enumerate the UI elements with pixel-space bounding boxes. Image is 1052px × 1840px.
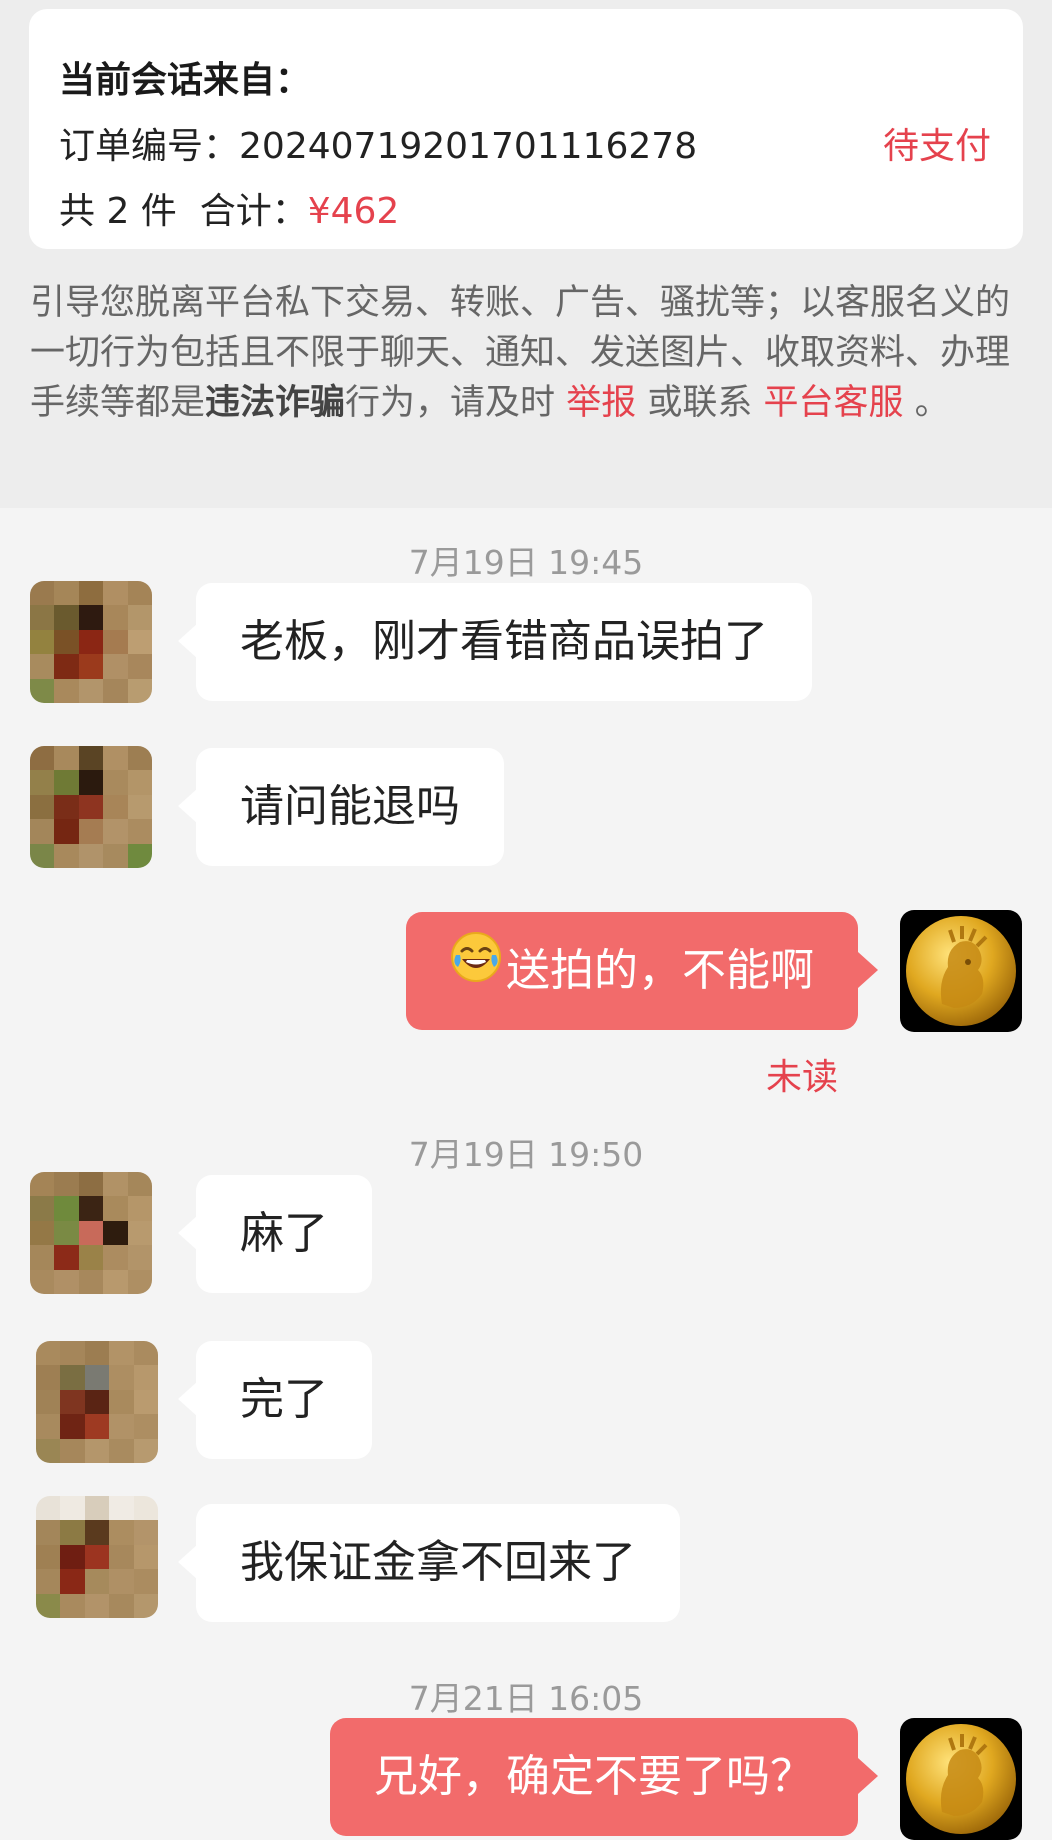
order-number-row: 订单编号：20240719201701116278 xyxy=(59,117,697,169)
message-timestamp: 7月21日 16:05 xyxy=(408,1679,644,1718)
fraud-warning-notice: 引导您脱离平台私下交易、转账、广告、骚扰等；以客服名义的一切行为包括且不限于聊天… xyxy=(30,278,1025,428)
message-bubble-outgoing[interactable]: 送拍的，不能啊 xyxy=(406,910,878,1030)
message-timestamp: 7月19日 19:45 xyxy=(408,543,644,582)
message-bubble-incoming[interactable]: 麻了 xyxy=(178,1175,372,1293)
item-count: 共 2 件 xyxy=(59,191,177,232)
pixelated-avatar-image xyxy=(30,746,152,868)
report-link[interactable]: 举报 xyxy=(566,383,636,423)
order-status-badge: 待支付 xyxy=(882,126,991,167)
total-label: 合计： xyxy=(199,191,308,232)
order-card[interactable]: 当前会话来自： 订单编号：20240719201701116278 待支付 共 … xyxy=(29,9,1023,249)
message-timestamp: 7月19日 19:50 xyxy=(408,1135,644,1174)
chat-header-area: 当前会话来自： 订单编号：20240719201701116278 待支付 共 … xyxy=(0,0,1052,508)
buyer-avatar[interactable] xyxy=(30,1172,152,1294)
message-text: 送拍的，不能啊 xyxy=(506,945,814,996)
conversation-source-title: 当前会话来自： xyxy=(59,60,312,101)
face-with-tears-of-joy-icon xyxy=(450,910,502,1028)
pixelated-avatar-image xyxy=(36,1341,158,1463)
message-bubble-incoming[interactable]: 请问能退吗 xyxy=(178,748,504,866)
customer-service-link[interactable]: 平台客服 xyxy=(764,383,904,423)
read-status-label: 未读 xyxy=(766,1057,839,1098)
gold-coin-icon xyxy=(906,1724,1016,1834)
order-summary: 共 2 件 合计：¥462 xyxy=(59,182,399,234)
pixelated-avatar-image xyxy=(30,1172,152,1294)
buyer-avatar[interactable] xyxy=(36,1496,158,1618)
order-number: 20240719201701116278 xyxy=(239,126,698,167)
buyer-avatar[interactable] xyxy=(36,1341,158,1463)
buyer-avatar[interactable] xyxy=(30,581,152,703)
warning-text: 或联系 xyxy=(647,383,753,423)
message-bubble-incoming[interactable]: 我保证金拿不回来了 xyxy=(178,1504,680,1622)
pixelated-avatar-image xyxy=(36,1496,158,1618)
seller-avatar[interactable] xyxy=(900,1718,1022,1840)
message-bubble-incoming[interactable]: 老板，刚才看错商品误拍了 xyxy=(178,583,812,701)
message-bubble-outgoing[interactable]: 兄好，确定不要了吗？ xyxy=(330,1718,878,1836)
pixelated-avatar-image xyxy=(30,581,152,703)
order-number-label: 订单编号： xyxy=(59,126,240,167)
warning-bold-text: 违法诈骗 xyxy=(205,383,346,423)
warning-text: 行为，请及时 xyxy=(345,383,556,423)
message-bubble-incoming[interactable]: 完了 xyxy=(178,1341,372,1459)
gold-coin-icon xyxy=(906,916,1016,1026)
warning-text: 。 xyxy=(914,383,950,423)
buyer-avatar[interactable] xyxy=(30,746,152,868)
total-price: ¥462 xyxy=(307,191,400,232)
seller-avatar[interactable] xyxy=(900,910,1022,1032)
